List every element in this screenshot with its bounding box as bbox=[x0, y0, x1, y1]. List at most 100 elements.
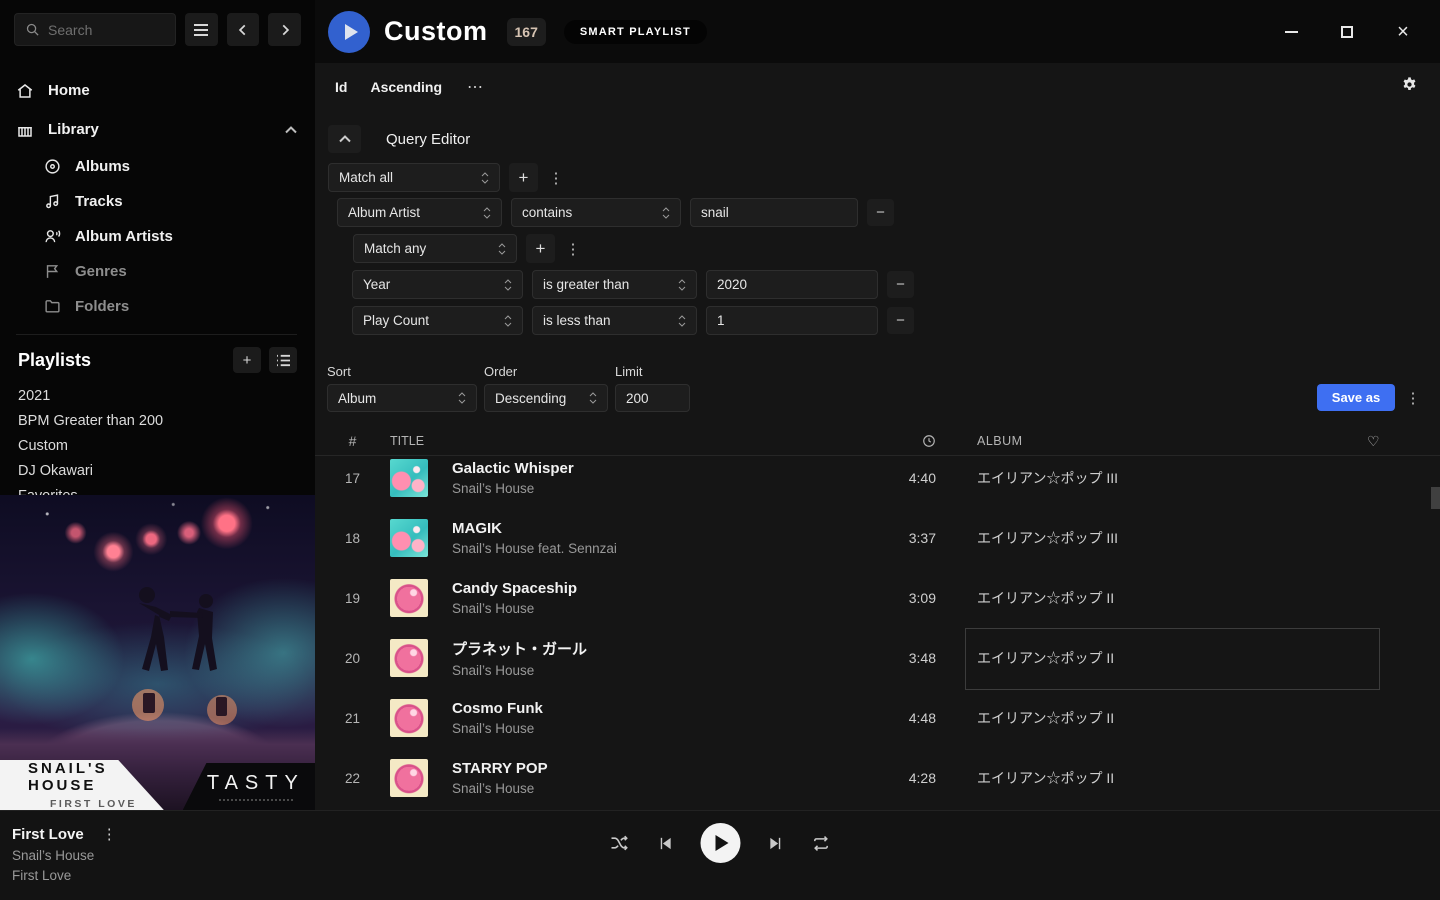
playlist-item[interactable]: DJ Okawari bbox=[18, 458, 297, 483]
column-duration[interactable] bbox=[882, 434, 942, 448]
close-button[interactable]: × bbox=[1390, 19, 1416, 45]
column-index[interactable]: # bbox=[315, 433, 390, 449]
rule-operator-select[interactable]: contains bbox=[511, 198, 681, 227]
add-playlist-button[interactable]: + bbox=[233, 347, 261, 373]
next-track-icon[interactable] bbox=[768, 835, 785, 852]
minimize-icon bbox=[1285, 31, 1298, 33]
track-duration: 3:48 bbox=[882, 650, 942, 666]
track-art-thumbnail bbox=[390, 519, 428, 557]
select-caret-icon bbox=[498, 243, 506, 255]
track-number: 20 bbox=[315, 651, 390, 666]
rule-operator-select[interactable]: is less than bbox=[532, 306, 697, 335]
select-caret-icon bbox=[678, 279, 686, 291]
table-row[interactable]: 17 Galactic WhisperSnail’s House 4:40 エイ… bbox=[315, 457, 1440, 508]
group-menu-icon[interactable]: ⋮ bbox=[564, 240, 582, 258]
sidebar-item-album-artists[interactable]: Album Artists bbox=[44, 219, 297, 254]
sidebar-item-genres[interactable]: Genres bbox=[44, 254, 297, 289]
track-artist: Snail’s House bbox=[452, 663, 882, 678]
sidebar-nav: Home Library Albums bbox=[0, 46, 315, 335]
playlist-item[interactable]: Custom bbox=[18, 433, 297, 458]
plus-icon: + bbox=[536, 239, 546, 259]
add-rule-button[interactable]: + bbox=[509, 163, 538, 192]
save-as-button[interactable]: Save as bbox=[1317, 384, 1395, 411]
sidebar-item-label: Home bbox=[48, 82, 90, 99]
table-row[interactable]: 19 Candy SpaceshipSnail’s House 3:09 エイリ… bbox=[315, 568, 1440, 628]
group-menu-icon[interactable]: ⋮ bbox=[547, 169, 565, 187]
sort-select[interactable]: Album bbox=[327, 384, 477, 412]
search-input[interactable] bbox=[48, 22, 158, 38]
maximize-button[interactable] bbox=[1334, 19, 1360, 45]
list-sort-bar: Id Ascending ⋯ bbox=[315, 63, 1440, 111]
sort-direction-button[interactable]: Ascending bbox=[370, 79, 442, 95]
app-window: Home Library Albums bbox=[0, 0, 1440, 900]
now-playing-menu-icon[interactable]: ⋮ bbox=[102, 825, 117, 843]
save-menu-icon[interactable]: ⋮ bbox=[1404, 389, 1422, 407]
rule-field-select[interactable]: Year bbox=[352, 270, 523, 299]
heart-column-icon[interactable]: ♡ bbox=[1367, 433, 1405, 450]
play-playlist-button[interactable] bbox=[328, 11, 370, 53]
playlist-list-icon[interactable] bbox=[269, 347, 297, 373]
now-playing-artist: Snail’s House bbox=[12, 848, 117, 863]
sort-row-controls: Album Descending bbox=[327, 384, 690, 412]
minus-icon: − bbox=[896, 312, 905, 329]
artist-icon bbox=[44, 228, 61, 245]
playlist-item[interactable]: BPM Greater than 200 bbox=[18, 408, 297, 433]
forward-icon[interactable] bbox=[268, 13, 301, 46]
rule-field-select[interactable]: Album Artist bbox=[337, 198, 502, 227]
rule-field-select[interactable]: Play Count bbox=[352, 306, 523, 335]
track-art-thumbnail bbox=[390, 579, 428, 617]
collapse-query-editor-button[interactable] bbox=[328, 125, 361, 153]
track-artist: Snail’s House bbox=[452, 481, 882, 496]
track-duration: 4:48 bbox=[882, 710, 942, 726]
plus-icon: + bbox=[519, 168, 529, 188]
add-rule-button[interactable]: + bbox=[526, 234, 555, 263]
sort-field-button[interactable]: Id bbox=[335, 79, 347, 95]
back-icon[interactable] bbox=[227, 13, 260, 46]
limit-input[interactable] bbox=[615, 384, 690, 412]
rule-value-input[interactable] bbox=[706, 306, 878, 335]
query-editor-header: Query Editor bbox=[328, 125, 470, 153]
scrollbar-thumb[interactable] bbox=[1431, 487, 1440, 509]
track-album: エイリアン☆ポップ II bbox=[942, 688, 1405, 748]
playlists-title: Playlists bbox=[18, 350, 225, 371]
match-mode-select[interactable]: Match all bbox=[328, 163, 500, 192]
menu-icon[interactable] bbox=[185, 13, 218, 46]
rule-value-input[interactable] bbox=[690, 198, 858, 227]
track-album-hovered-cell[interactable]: エイリアン☆ポップ II bbox=[942, 628, 1405, 688]
select-caret-icon bbox=[678, 315, 686, 327]
gear-icon[interactable] bbox=[1401, 76, 1418, 93]
sidebar-item-tracks[interactable]: Tracks bbox=[44, 184, 297, 219]
playlist-item[interactable]: 2021 bbox=[18, 383, 297, 408]
match-mode-select[interactable]: Match any bbox=[353, 234, 517, 263]
more-options-icon[interactable]: ⋯ bbox=[467, 77, 484, 97]
sidebar-item-folders[interactable]: Folders bbox=[44, 289, 297, 324]
table-row[interactable]: 20 プラネット・ガールSnail’s House 3:48 エイリアン☆ポップ… bbox=[315, 628, 1440, 688]
order-select[interactable]: Descending bbox=[484, 384, 608, 412]
sidebar-toolbar bbox=[0, 0, 315, 46]
table-row[interactable]: 22 STARRY POPSnail’s House 4:28 エイリアン☆ポッ… bbox=[315, 748, 1440, 808]
search-box[interactable] bbox=[14, 13, 176, 46]
chevron-up-icon[interactable] bbox=[285, 126, 297, 134]
sidebar-item-home[interactable]: Home bbox=[16, 71, 297, 110]
select-caret-icon bbox=[481, 172, 489, 184]
sidebar-item-albums[interactable]: Albums bbox=[44, 149, 297, 184]
rule-value-input[interactable] bbox=[706, 270, 878, 299]
order-label: Order bbox=[484, 364, 615, 379]
play-pause-button[interactable] bbox=[701, 823, 741, 863]
sidebar-item-library[interactable]: Library bbox=[16, 110, 297, 149]
remove-rule-button[interactable]: − bbox=[887, 307, 914, 334]
remove-rule-button[interactable]: − bbox=[867, 199, 894, 226]
column-title[interactable]: TITLE bbox=[390, 434, 882, 448]
play-icon bbox=[716, 835, 729, 851]
track-artist: Snail’s House feat. Sennzai bbox=[452, 541, 882, 556]
column-album[interactable]: ALBUM ♡ bbox=[942, 433, 1405, 450]
shuffle-icon[interactable] bbox=[610, 835, 630, 851]
repeat-icon[interactable] bbox=[812, 835, 831, 852]
table-row[interactable]: 21 Cosmo FunkSnail’s House 4:48 エイリアン☆ポッ… bbox=[315, 688, 1440, 748]
rule-operator-select[interactable]: is greater than bbox=[532, 270, 697, 299]
remove-rule-button[interactable]: − bbox=[887, 271, 914, 298]
table-row[interactable]: 18 MAGIKSnail’s House feat. Sennzai 3:37… bbox=[315, 508, 1440, 568]
disc-icon bbox=[44, 158, 61, 175]
minimize-button[interactable] bbox=[1278, 19, 1304, 45]
previous-track-icon[interactable] bbox=[657, 835, 674, 852]
